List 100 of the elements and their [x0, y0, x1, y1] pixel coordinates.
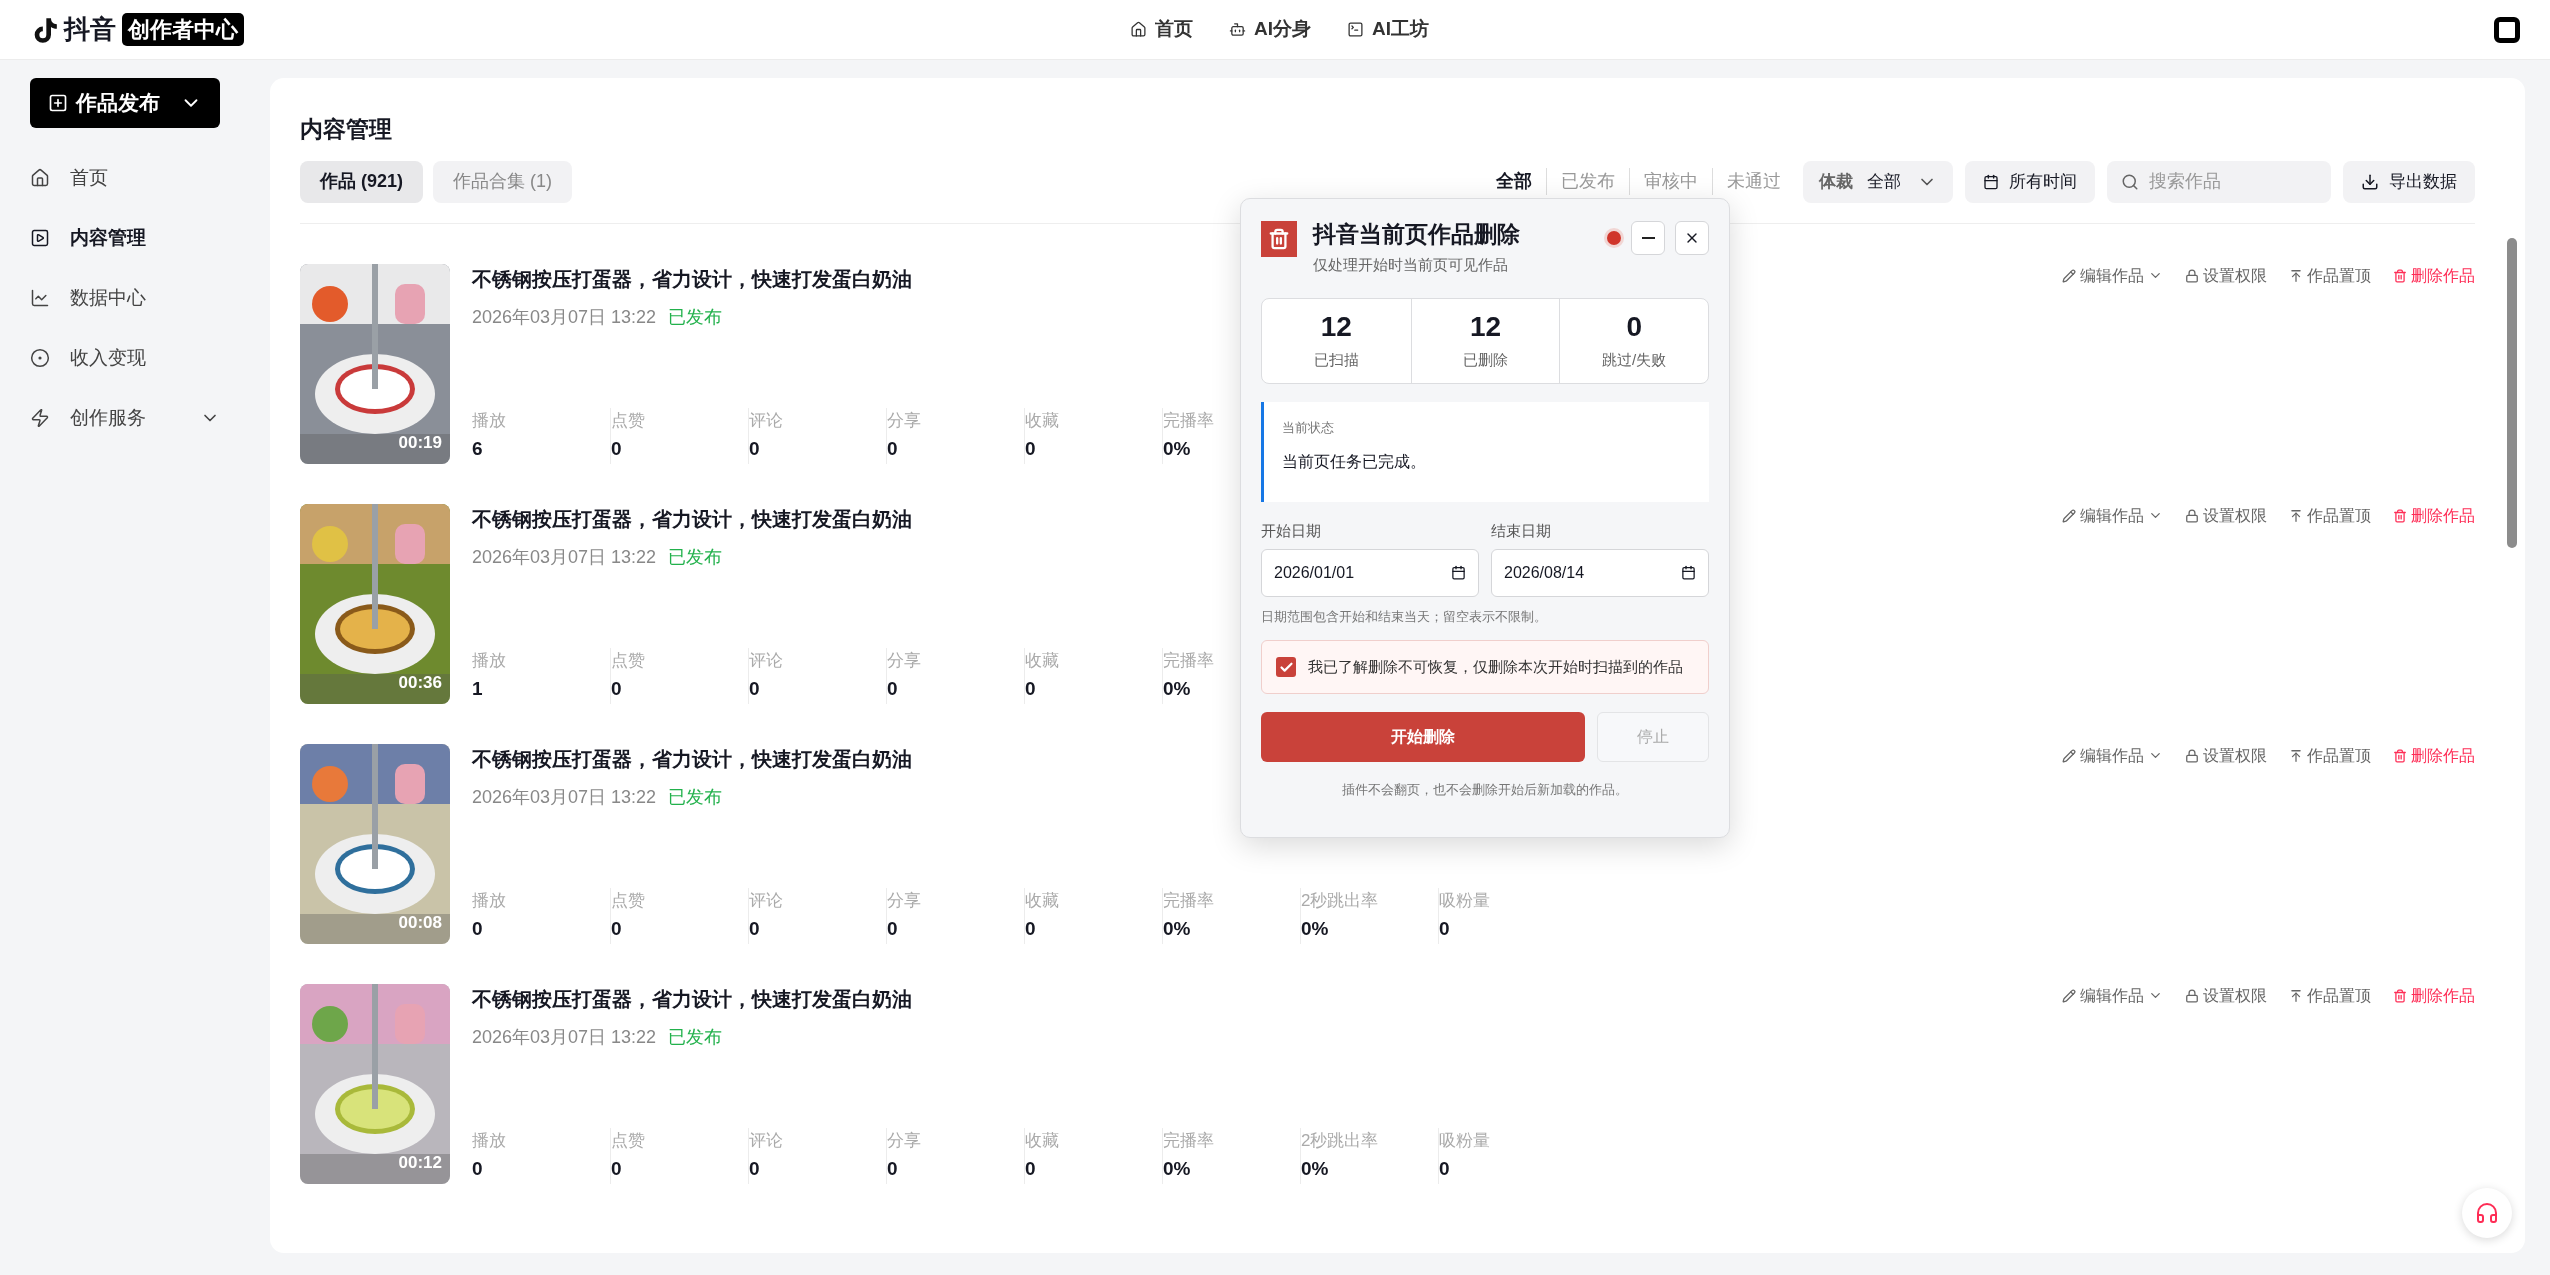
stat-label: 分享 [887, 649, 921, 672]
nav-link[interactable]: 首页 [1130, 15, 1193, 44]
terminal-icon [1347, 21, 1364, 38]
dialog-title: 抖音当前页作品删除 [1313, 220, 1520, 249]
stat-label: 收藏 [1025, 649, 1059, 672]
pin-top-icon [2289, 508, 2303, 523]
work-action-link[interactable]: 作品置顶 [2289, 263, 2371, 288]
counter-label: 跳过/失败 [1602, 349, 1667, 370]
stat-label: 2秒跳出率 [1301, 1129, 1379, 1152]
stat-value: 0% [1163, 917, 1191, 941]
genre-dropdown[interactable]: 体裁 全部 [1803, 160, 1953, 203]
start-delete-button[interactable]: 开始删除 [1261, 712, 1585, 762]
stat-label: 分享 [887, 889, 921, 912]
sidebar-item[interactable]: 数据中心 [30, 268, 220, 328]
lock-icon [2185, 508, 2199, 523]
pin-top-icon [2289, 268, 2303, 283]
stat-label: 2秒跳出率 [1301, 889, 1379, 912]
logo-text: 抖音 [64, 13, 116, 46]
stat-label: 点赞 [611, 409, 645, 432]
date-hint: 日期范围包含开始和结束当天；留空表示不限制。 [1261, 607, 1548, 626]
work-action-link[interactable]: 编辑作品 [2062, 983, 2163, 1008]
search-field[interactable]: 搜索作品 [2107, 160, 2331, 203]
time-filter-button[interactable]: 所有时间 [1965, 160, 2095, 203]
work-action-link[interactable]: 删除作品 [2393, 263, 2475, 288]
counter-value: 12 [1320, 310, 1352, 343]
sidebar-item[interactable]: 首页 [30, 148, 220, 208]
trash-icon [2393, 748, 2407, 763]
counter-value: 0 [1626, 310, 1642, 343]
calendar-icon [1681, 565, 1696, 580]
work-action-link[interactable]: 作品置顶 [2289, 983, 2371, 1008]
work-action-link[interactable]: 作品置顶 [2289, 503, 2371, 528]
calendar-icon [1983, 173, 1999, 190]
stat-value: 6 [472, 437, 483, 461]
confirm-checkbox[interactable] [1276, 657, 1296, 677]
tab[interactable]: 作品合集 (1) [433, 160, 573, 203]
work-action-link[interactable]: 设置权限 [2185, 983, 2267, 1008]
minus-icon [1641, 237, 1655, 239]
video-duration: 00:08 [398, 912, 442, 934]
minimize-button[interactable] [1631, 221, 1665, 255]
stat-value: 0 [611, 917, 622, 941]
work-action-link[interactable]: 编辑作品 [2062, 263, 2163, 288]
close-button[interactable] [1675, 221, 1709, 255]
confirm-text: 我已了解删除不可恢复，仅删除本次开始时扫描到的作品 [1308, 656, 1683, 677]
confirm-checkbox-row[interactable]: 我已了解删除不可恢复，仅删除本次开始时扫描到的作品 [1261, 640, 1709, 694]
sidebar-item[interactable]: 收入变现 [30, 328, 220, 388]
stat-value: 0 [1025, 1157, 1036, 1181]
status-filter[interactable]: 全部 [1482, 168, 1546, 195]
sidebar-item[interactable]: 内容管理 [30, 208, 220, 268]
page-title: 内容管理 [300, 115, 393, 144]
dialog-footnote: 插件不会翻页，也不会删除开始后新加载的作品。 [1341, 781, 1629, 799]
stat-value: 0 [1025, 677, 1036, 701]
work-title[interactable]: 不锈钢按压打蛋器，省力设计，快速打发蛋白奶油 [472, 983, 912, 1014]
nav-link[interactable]: AI分身 [1229, 15, 1311, 44]
nav-link[interactable]: AI工坊 [1347, 15, 1429, 44]
tab[interactable]: 作品 (921) [300, 160, 424, 203]
stat-label: 播放 [472, 1129, 506, 1152]
stat-value: 0 [1025, 917, 1036, 941]
export-button[interactable]: 导出数据 [2343, 160, 2475, 203]
work-action-link[interactable]: 删除作品 [2393, 503, 2475, 528]
house-icon [1130, 21, 1147, 38]
work-action-link[interactable]: 设置权限 [2185, 263, 2267, 288]
logo-badge: 创作者中心 [122, 13, 244, 46]
sidebar-item[interactable]: 创作服务 [30, 388, 220, 448]
trash-icon [2393, 508, 2407, 523]
chart-icon [30, 288, 50, 308]
work-title[interactable]: 不锈钢按压打蛋器，省力设计，快速打发蛋白奶油 [472, 503, 912, 534]
scrollbar[interactable] [2507, 238, 2517, 548]
publish-date: 2026年03月07日 13:22 [472, 785, 657, 809]
work-action-link[interactable]: 删除作品 [2393, 983, 2475, 1008]
stat-label: 收藏 [1025, 889, 1059, 912]
trash-icon [2393, 268, 2407, 283]
date-field[interactable]: 2026/01/01 [1261, 548, 1479, 597]
work-action-link[interactable]: 编辑作品 [2062, 743, 2163, 768]
stat-label: 评论 [749, 649, 783, 672]
dialog-subtitle: 仅处理开始时当前页可见作品 [1313, 254, 1509, 275]
date-field[interactable]: 2026/08/14 [1491, 548, 1709, 597]
app-icon[interactable] [2494, 16, 2520, 43]
work-action-link[interactable]: 编辑作品 [2062, 503, 2163, 528]
stat-label: 分享 [887, 1129, 921, 1152]
publish-status: 已发布 [668, 305, 723, 329]
work-action-link[interactable]: 作品置顶 [2289, 743, 2371, 768]
pencil-icon [2062, 268, 2076, 283]
status-text: 当前页任务已完成。 [1282, 451, 1426, 472]
stat-label: 评论 [749, 409, 783, 432]
work-action-link[interactable]: 设置权限 [2185, 503, 2267, 528]
work-title[interactable]: 不锈钢按压打蛋器，省力设计，快速打发蛋白奶油 [472, 263, 912, 294]
play-icon [30, 228, 50, 248]
stat-label: 吸粉量 [1439, 889, 1490, 912]
work-title[interactable]: 不锈钢按压打蛋器，省力设计，快速打发蛋白奶油 [472, 743, 912, 774]
work-action-link[interactable]: 删除作品 [2393, 743, 2475, 768]
publish-status: 已发布 [668, 785, 723, 809]
work-action-link[interactable]: 设置权限 [2185, 743, 2267, 768]
stat-label: 点赞 [611, 1129, 645, 1152]
publish-button[interactable]: 作品发布 [30, 78, 220, 128]
video-duration: 00:19 [398, 432, 442, 454]
circle-dot-icon [30, 348, 50, 368]
robot-icon [1229, 21, 1246, 38]
stat-label: 吸粉量 [1439, 1129, 1490, 1152]
search-icon [2121, 172, 2139, 191]
stat-label: 播放 [472, 889, 506, 912]
